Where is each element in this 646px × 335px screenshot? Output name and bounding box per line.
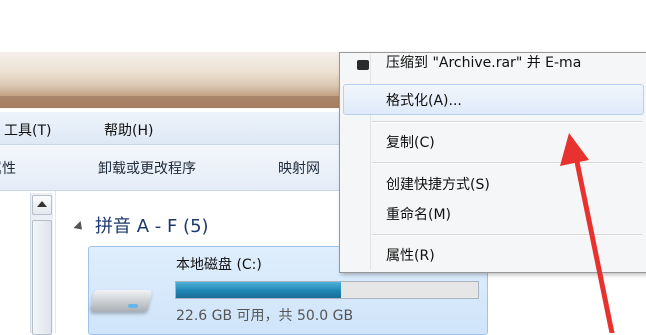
- red-annotation-arrow-icon: [560, 133, 615, 333]
